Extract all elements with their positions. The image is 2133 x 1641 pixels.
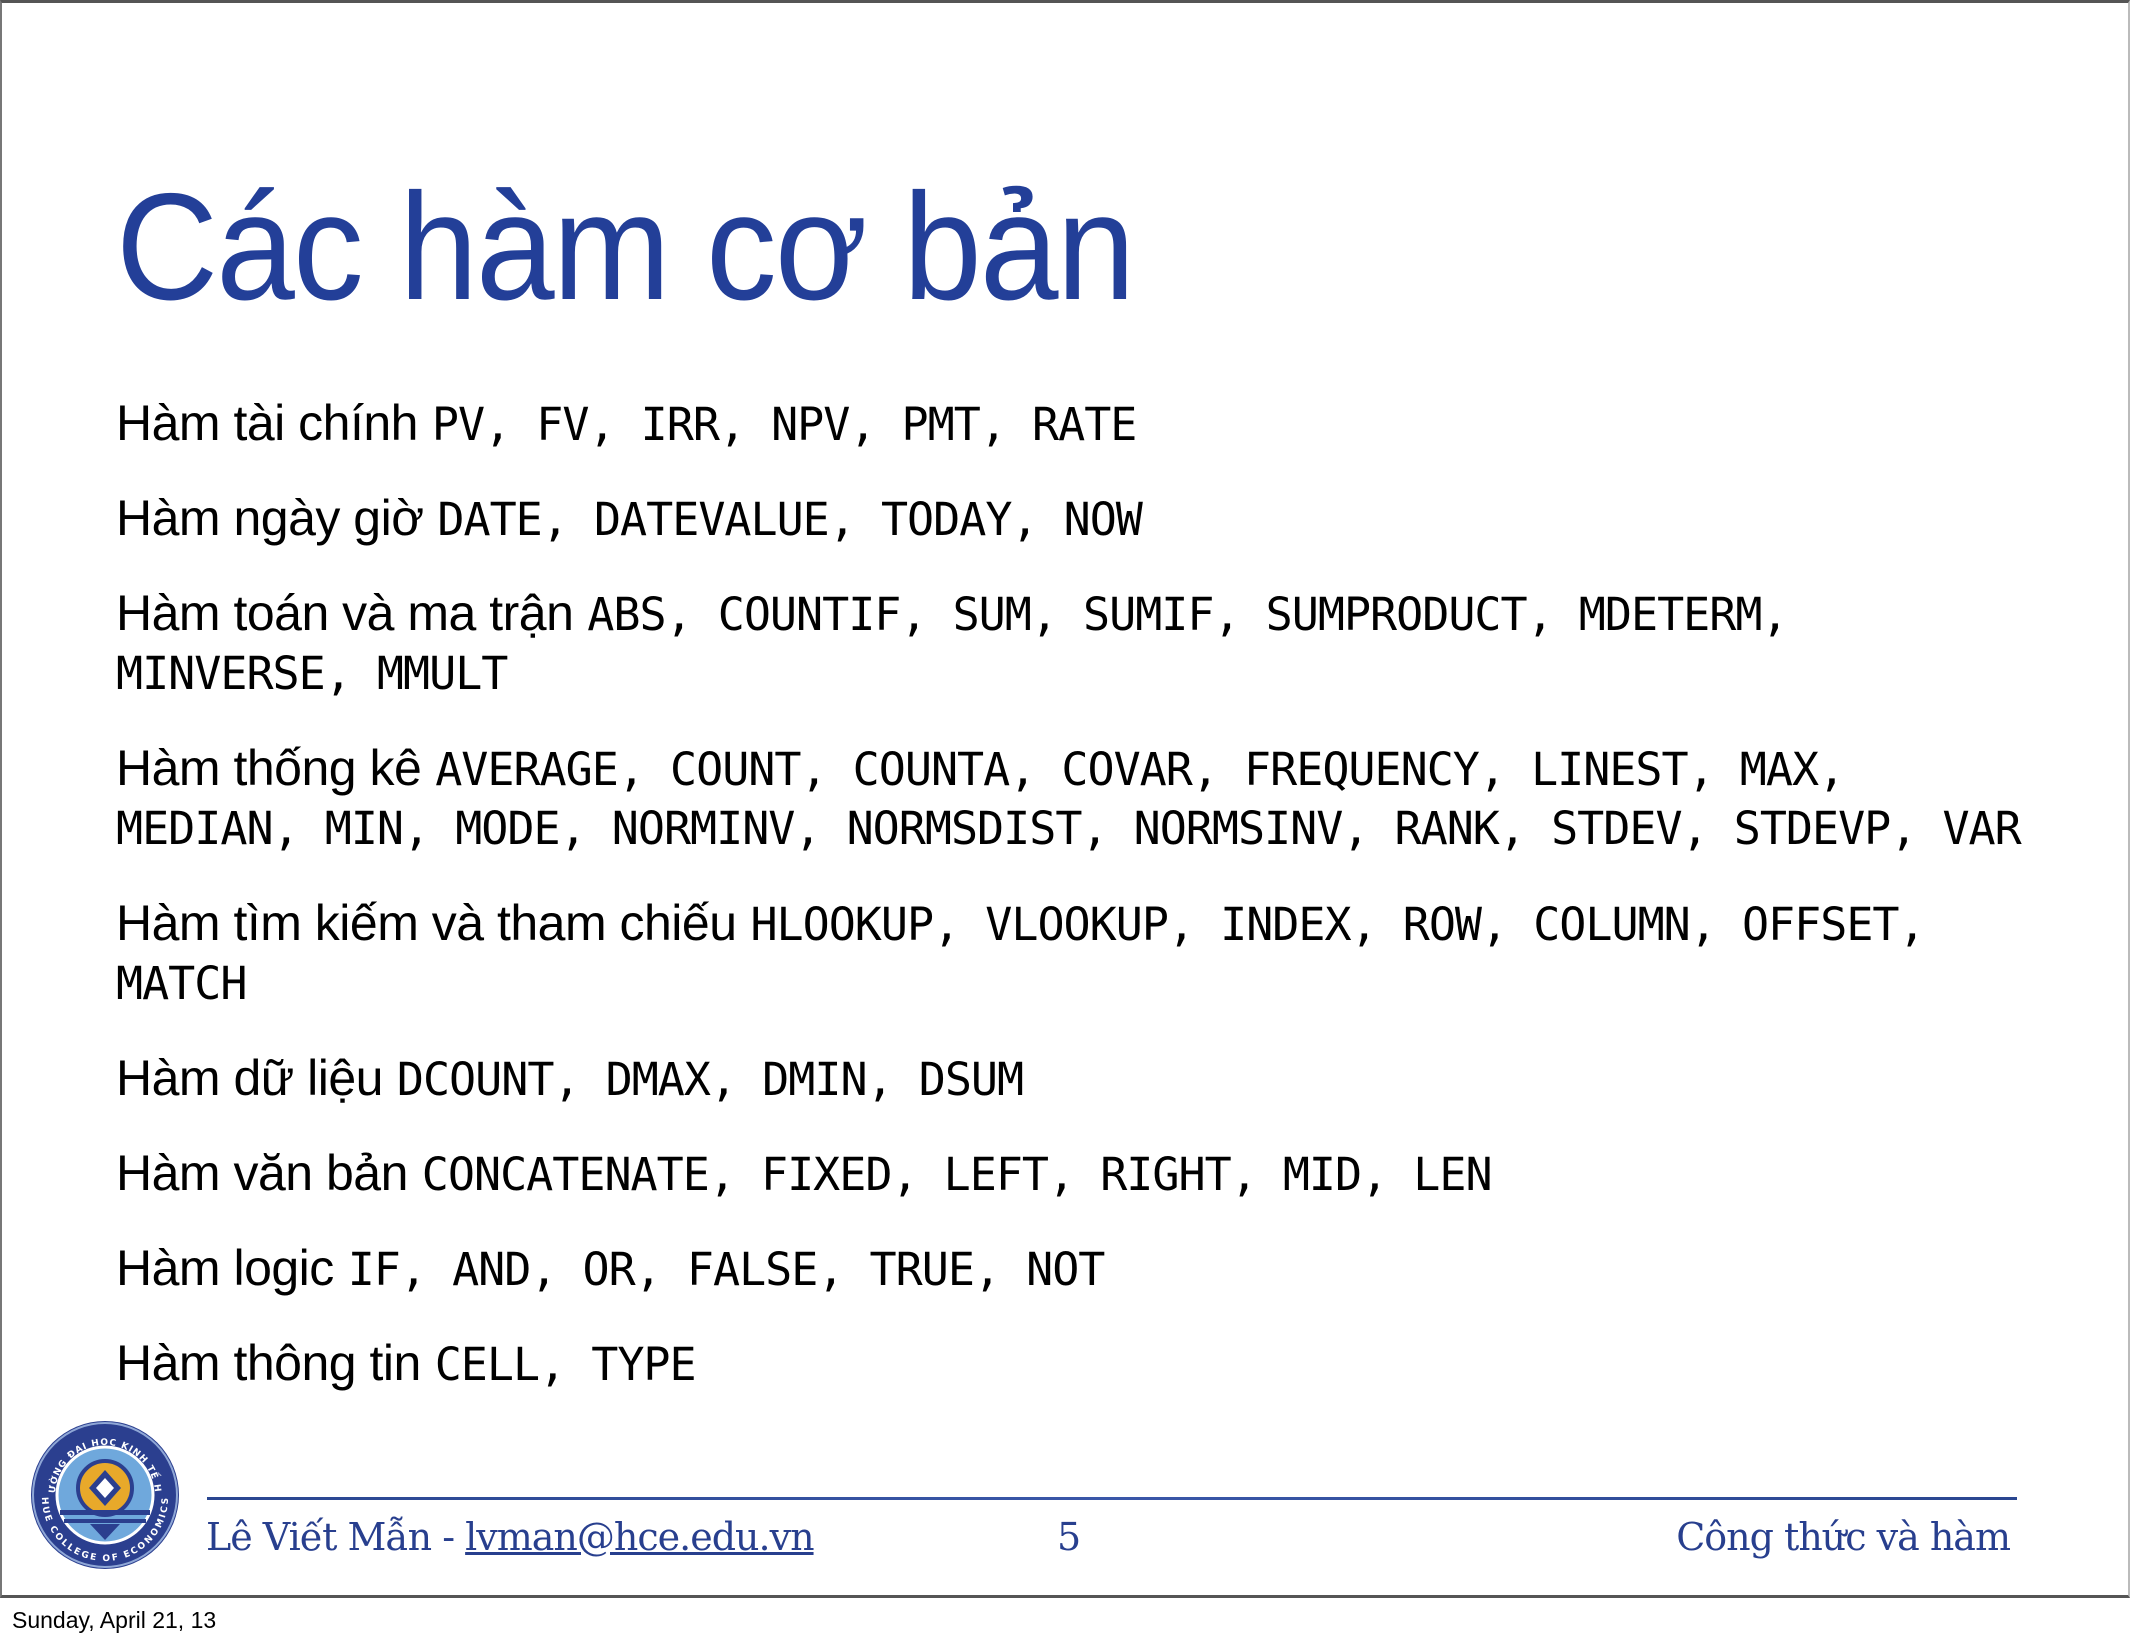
- list-item: Hàm toán và ma trận ABS, COUNTIF, SUM, S…: [116, 585, 2036, 703]
- function-names: CONCATENATE, FIXED, LEFT, RIGHT, MID, LE…: [421, 1148, 1493, 1201]
- list-item: Hàm ngày giờ DATE, DATEVALUE, TODAY, NOW: [116, 490, 2036, 548]
- footer-divider: [207, 1497, 2017, 1500]
- function-list: Hàm tài chính PV, FV, IRR, NPV, PMT, RAT…: [116, 395, 2036, 1430]
- function-names: IF, AND, OR, FALSE, TRUE, NOT: [347, 1243, 1106, 1296]
- list-item: Hàm dữ liệu DCOUNT, DMAX, DMIN, DSUM: [116, 1050, 2036, 1108]
- category-label: Hàm thống kê: [116, 740, 422, 796]
- footer-topic: Công thức và hàm: [1676, 1515, 2011, 1559]
- category-label: Hàm toán và ma trận: [116, 585, 574, 641]
- list-item: Hàm tìm kiếm và tham chiếu HLOOKUP, VLOO…: [116, 895, 2036, 1013]
- category-label: Hàm dữ liệu: [116, 1050, 383, 1106]
- category-label: Hàm tài chính: [116, 395, 418, 451]
- slide-title: Các hàm cơ bản: [116, 162, 1135, 332]
- print-date: Sunday, April 21, 13: [12, 1607, 217, 1633]
- list-item: Hàm thông tin CELL, TYPE: [116, 1335, 2036, 1393]
- list-item: Hàm tài chính PV, FV, IRR, NPV, PMT, RAT…: [116, 395, 2036, 453]
- university-logo-icon: TRƯỜNG ĐẠI HỌC KINH TẾ HUẾ HUE COLLEGE O…: [28, 1418, 179, 1569]
- slide: Các hàm cơ bản Hàm tài chính PV, FV, IRR…: [0, 0, 2130, 1598]
- category-label: Hàm ngày giờ: [116, 490, 424, 546]
- list-item: Hàm văn bản CONCATENATE, FIXED, LEFT, RI…: [116, 1145, 2036, 1203]
- function-names: CELL, TYPE: [434, 1338, 697, 1391]
- author-name: Lê Viết Mẫn -: [206, 1515, 466, 1559]
- category-label: Hàm văn bản: [116, 1145, 408, 1201]
- author-email-link[interactable]: lvman@hce.edu.vn: [465, 1515, 814, 1559]
- category-label: Hàm logic: [116, 1240, 334, 1296]
- footer-author: Lê Viết Mẫn - lvman@hce.edu.vn: [206, 1515, 815, 1559]
- function-names: DCOUNT, DMAX, DMIN, DSUM: [396, 1053, 1024, 1106]
- function-names: DATE, DATEVALUE, TODAY, NOW: [437, 493, 1142, 546]
- category-label: Hàm thông tin: [116, 1335, 421, 1391]
- page-number: 5: [1057, 1515, 1082, 1559]
- category-label: Hàm tìm kiếm và tham chiếu: [116, 895, 737, 951]
- list-item: Hàm logic IF, AND, OR, FALSE, TRUE, NOT: [116, 1240, 2036, 1298]
- list-item: Hàm thống kê AVERAGE, COUNT, COUNTA, COV…: [116, 740, 2036, 858]
- function-names: PV, FV, IRR, NPV, PMT, RATE: [431, 398, 1137, 451]
